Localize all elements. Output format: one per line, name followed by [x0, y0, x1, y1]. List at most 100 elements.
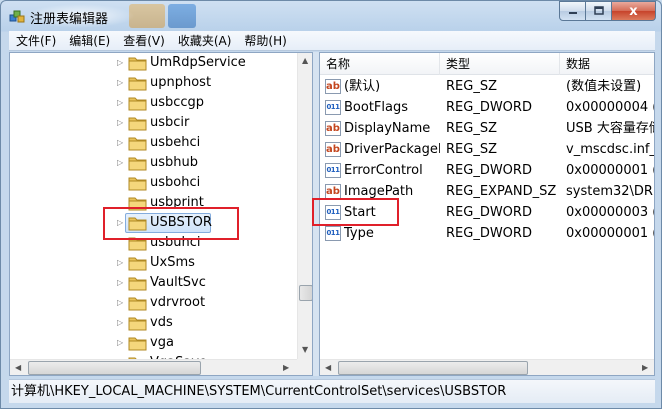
scroll-right-icon[interactable]: ▶	[642, 363, 648, 373]
status-bar-path: 计算机\HKEY_LOCAL_MACHINE\SYSTEM\CurrentCon…	[9, 379, 655, 403]
tree-hscroll-thumb[interactable]	[28, 361, 201, 375]
menu-bar: 文件(F) 编辑(E) 查看(V) 收藏夹(A) 帮助(H)	[9, 31, 655, 51]
tree-node-label: vdrvroot	[150, 295, 206, 310]
menu-help[interactable]: 帮助(H)	[237, 31, 292, 51]
menu-edit[interactable]: 编辑(E)	[62, 31, 116, 51]
scroll-down-icon[interactable]: ▼	[302, 345, 308, 355]
value-data: 0x00000004 (4)	[566, 100, 654, 115]
scroll-right-icon[interactable]: ▶	[283, 363, 289, 373]
regedit-app-icon	[9, 10, 25, 23]
title-decoration	[168, 4, 196, 28]
value-row[interactable]: 011BootFlags REG_DWORD 0x00000004 (4)	[320, 97, 654, 118]
expand-arrow-icon[interactable]: ▷	[117, 258, 125, 268]
value-name: Type	[344, 226, 374, 241]
folder-icon	[128, 157, 147, 171]
title-bar[interactable]: 注册表编辑器 x	[1, 1, 661, 31]
value-data: 0x00000001 (1)	[566, 163, 654, 178]
tree-vscroll-thumb[interactable]	[299, 285, 312, 301]
value-type: REG_SZ	[446, 142, 497, 157]
expand-arrow-icon[interactable]: ▷	[117, 158, 125, 168]
expand-arrow-icon[interactable]: ▷	[117, 338, 125, 348]
tree-node[interactable]: ▷ usbhub	[10, 153, 297, 173]
value-data: v_mscdsc.inf_amd64	[566, 142, 655, 157]
value-row[interactable]: abDriverPackageId REG_SZ v_mscdsc.inf_amd6…	[320, 139, 655, 160]
value-row[interactable]: abDisplayName REG_SZ USB 大容量存储设备	[320, 118, 654, 139]
minimize-button[interactable]	[559, 1, 586, 21]
expand-arrow-icon[interactable]: ▷	[117, 298, 125, 308]
expand-arrow-icon[interactable]: ▷	[117, 318, 125, 328]
value-name: BootFlags	[344, 100, 409, 115]
string-value-icon: ab	[325, 121, 341, 136]
close-button[interactable]: x	[612, 1, 656, 21]
expand-arrow-icon[interactable]: ▷	[117, 278, 125, 288]
value-name: (默认)	[344, 79, 381, 94]
value-name: DriverPackageId	[344, 142, 440, 157]
value-row[interactable]: 011ErrorControl REG_DWORD 0x00000001 (1)	[320, 160, 654, 181]
value-row[interactable]: ab (默认) REG_SZ (数值未设置)	[320, 76, 654, 97]
tree-horizontal-scrollbar[interactable]: ◀ ▶	[10, 359, 297, 375]
tree-node[interactable]: ▷ usbccgp	[10, 93, 297, 113]
folder-icon	[128, 137, 147, 151]
tree-node-label: usbhub	[150, 155, 198, 170]
tree-node-label: vga	[150, 335, 174, 350]
tree-node[interactable]: ▷ UxSms	[10, 253, 297, 273]
tree-node[interactable]: ▷ vds	[10, 313, 297, 333]
tree-vertical-scrollbar[interactable]: ▲ ▼	[297, 53, 312, 359]
value-type: REG_SZ	[446, 79, 497, 94]
tree-node[interactable]: ▷ usbehci	[10, 133, 297, 153]
column-type[interactable]: 类型	[440, 53, 560, 75]
tree-node[interactable]: ▷ usbcir	[10, 113, 297, 133]
menu-view[interactable]: 查看(V)	[116, 31, 171, 51]
scroll-left-icon[interactable]: ◀	[15, 363, 21, 373]
expand-arrow-icon[interactable]: ▷	[117, 98, 125, 108]
string-value-icon: ab	[325, 142, 341, 157]
expand-arrow-icon[interactable]: ▷	[117, 118, 125, 128]
menu-file[interactable]: 文件(F)	[9, 31, 62, 51]
window-title: 注册表编辑器	[30, 12, 109, 27]
value-type: REG_SZ	[446, 121, 497, 136]
value-type: REG_DWORD	[446, 226, 532, 241]
tree-node-label: usbohci	[150, 175, 201, 190]
value-row[interactable]: 011Type REG_DWORD 0x00000001 (1)	[320, 223, 654, 244]
tree-node[interactable]: ▷ upnphost	[10, 73, 297, 93]
value-data: USB 大容量存储设备	[566, 121, 654, 136]
dword-value-icon: 011	[325, 226, 341, 241]
key-tree: ▷ UmRdpService ▷ upnphost ▷ usbccgp ▷ usbcir ▷ us…	[10, 53, 297, 359]
folder-icon	[128, 257, 147, 271]
start-value-highlight-box	[312, 198, 399, 226]
tree-node[interactable]: ▷ UmRdpService	[10, 53, 297, 73]
scroll-up-icon[interactable]: ▲	[302, 56, 308, 66]
value-data: 0x00000003 (3)	[566, 205, 654, 220]
registry-editor-window: 注册表编辑器 x 文件(F) 编辑(E) 查看(V) 收藏夹(A) 帮助(H) …	[0, 0, 662, 409]
list-horizontal-scrollbar[interactable]: ◀ ▶	[320, 359, 654, 375]
list-hscroll-thumb[interactable]	[338, 361, 528, 375]
value-name: ErrorControl	[344, 163, 423, 178]
tree-node[interactable]: ▷ vdrvroot	[10, 293, 297, 313]
maximize-button[interactable]	[586, 1, 612, 21]
tree-node-label: UxSms	[150, 255, 195, 270]
column-name[interactable]: 名称	[320, 53, 440, 75]
dword-value-icon: 011	[325, 163, 341, 178]
folder-icon	[128, 277, 147, 291]
value-name: DisplayName	[344, 121, 431, 136]
tree-node-label: usbehci	[150, 135, 201, 150]
value-data: system32\DRIVERS	[566, 184, 655, 199]
expand-arrow-icon[interactable]: ▷	[117, 78, 125, 88]
folder-icon	[128, 97, 147, 111]
value-type: REG_EXPAND_SZ	[446, 184, 557, 199]
menu-favorites[interactable]: 收藏夹(A)	[171, 31, 238, 51]
tree-node[interactable]: ▷ vga	[10, 333, 297, 353]
tree-node[interactable]: ▷ VaultSvc	[10, 273, 297, 293]
value-data: 0x00000001 (1)	[566, 226, 654, 241]
expand-arrow-icon[interactable]: ▷	[117, 58, 125, 68]
string-value-icon: ab	[325, 184, 341, 199]
scroll-left-icon[interactable]: ◀	[325, 363, 331, 373]
column-data[interactable]: 数据	[560, 53, 654, 75]
tree-node[interactable]: usbohci	[10, 173, 297, 193]
folder-icon	[128, 337, 147, 351]
tree-node-label: usbccgp	[150, 95, 205, 110]
value-type: REG_DWORD	[446, 100, 532, 115]
folder-icon	[128, 317, 147, 331]
tree-node-label: VaultSvc	[150, 275, 206, 290]
expand-arrow-icon[interactable]: ▷	[117, 138, 125, 148]
